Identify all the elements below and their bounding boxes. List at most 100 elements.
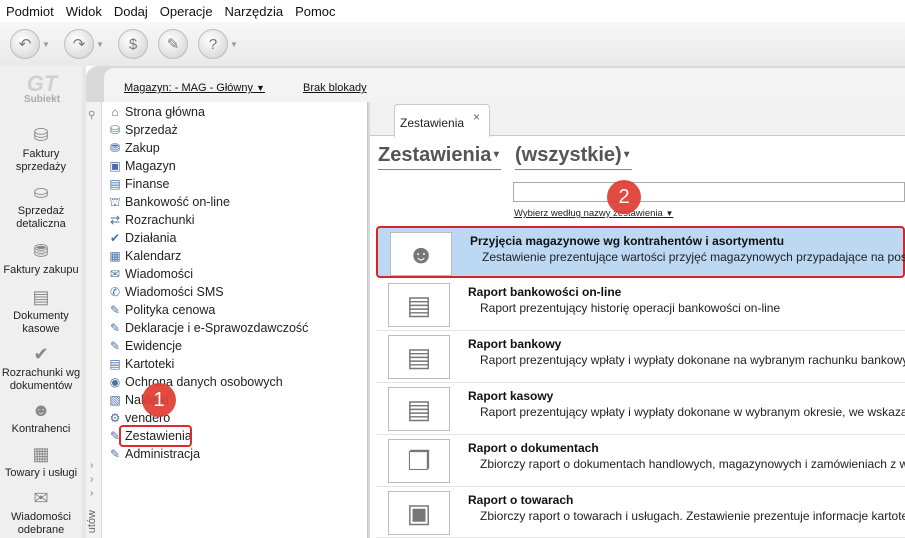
report-row[interactable]: ▤ Raport bankowy Raport prezentujący wpł…	[376, 331, 905, 383]
app-logo: GT Subiekt	[14, 73, 70, 114]
module-strona-glowna[interactable]: ⌂ Strona główna	[108, 103, 205, 121]
module-polityka-cenowa[interactable]: ✎ Polityka cenowa	[108, 301, 215, 319]
chevron-right-icon[interactable]: ›	[90, 474, 93, 485]
gear-icon: ⚙	[109, 411, 121, 425]
settlements-icon: ⇄	[109, 213, 121, 227]
module-kartoteki[interactable]: ▤ Kartoteki	[108, 355, 174, 373]
report-title: Raport bankowy	[468, 337, 562, 351]
person-icon: ☻	[390, 232, 452, 276]
menu-widok[interactable]: Widok	[60, 4, 108, 19]
coins-icon: ⛁	[33, 125, 49, 145]
help-dropdown-icon[interactable]: ▼	[228, 40, 240, 49]
nav-label: Kontrahenci	[11, 423, 71, 435]
menu-narzedzia[interactable]: Narzędzia	[219, 4, 290, 19]
files-icon: ▤	[109, 357, 121, 371]
menu-dodaj[interactable]: Dodaj	[108, 4, 154, 19]
module-administracja[interactable]: ✎ Administracja	[108, 445, 200, 463]
person-icon: ☻	[31, 400, 51, 420]
report-title: Przyjęcia magazynowe wg kontrahentów i a…	[470, 234, 785, 248]
chevron-right-icon[interactable]: ›	[90, 488, 93, 499]
nav-sprzedaz-detaliczna[interactable]: ⛀ Sprzedaż detaliczna	[0, 181, 82, 231]
forward-button[interactable]: ↷	[64, 29, 94, 59]
menu-podmiot[interactable]: Podmiot	[0, 4, 60, 19]
mail-icon: ✉	[109, 267, 121, 281]
report-row[interactable]: ▣ Raport o towarach Zbiorczy raport o to…	[376, 487, 905, 538]
nav-dokumenty-kasowe[interactable]: ▤ Dokumenty kasowe	[0, 286, 82, 336]
module-dzialania[interactable]: ✔ Działania	[108, 229, 176, 247]
scope-dropdown[interactable]: (wszystkie)▼	[515, 142, 632, 170]
menu-pomoc[interactable]: Pomoc	[289, 4, 341, 19]
report-description: Zbiorczy raport o towarach i usługach. Z…	[480, 509, 905, 523]
nav-faktury-sprzedazy[interactable]: ⛁ Faktury sprzedaży	[0, 124, 82, 174]
blokada-link[interactable]: Brak blokady	[303, 82, 367, 94]
back-arrow-icon: ↶	[18, 36, 32, 53]
module-label: Działania	[125, 231, 177, 245]
module-label: Kalendarz	[125, 249, 182, 263]
chevron-down-icon: ▼	[621, 149, 632, 161]
module-kalendarz[interactable]: ▦ Kalendarz	[108, 247, 181, 265]
coins-button[interactable]: $	[118, 29, 148, 59]
module-wiadomosci[interactable]: ✉ Wiadomości	[108, 265, 193, 283]
module-wiadomosci-sms[interactable]: ✆ Wiadomości SMS	[108, 283, 224, 301]
menu-operacje[interactable]: Operacje	[154, 4, 219, 19]
report-description: Raport prezentujący wpłaty i wypłaty dok…	[480, 405, 905, 419]
scope-label: (wszystkie)	[515, 144, 622, 166]
tools-button[interactable]: ✎	[158, 29, 188, 59]
menu-bar: Podmiot Widok Dodaj Operacje Narzędzia P…	[0, 0, 905, 22]
tasks-icon: ✔	[109, 231, 121, 245]
nav-towary-i-uslugi[interactable]: ▦ Towary i usługi	[0, 443, 82, 480]
nav-label: Dokumenty kasowe	[13, 310, 69, 335]
warehouse-icon: ▣	[109, 159, 121, 173]
category-dropdown[interactable]: Zestawienia▼	[378, 142, 502, 170]
cash-register-icon: ⛀	[33, 182, 49, 202]
help-button[interactable]: ?	[198, 29, 228, 59]
records-icon: ✎	[109, 339, 121, 353]
report-row[interactable]: ▤ Raport bankowości on-line Raport preze…	[376, 279, 905, 331]
nav-label: Wiadomości odebrane	[11, 511, 71, 536]
magazyn-selector[interactable]: Magazyn: - MAG - Główny ▼	[124, 82, 265, 94]
close-icon[interactable]: ×	[473, 110, 480, 124]
module-label: Administracja	[125, 447, 201, 461]
modules-panel-handle[interactable]	[86, 102, 102, 538]
nav-faktury-zakupu[interactable]: ⛃ Faktury zakupu	[0, 240, 82, 277]
back-button[interactable]: ↶	[10, 29, 40, 59]
module-sprzedaz[interactable]: ⛁ Sprzedaż	[108, 121, 178, 139]
module-finanse[interactable]: ▤ Finanse	[108, 175, 169, 193]
module-label: Wiadomości	[125, 267, 194, 281]
report-row[interactable]: ❐ Raport o dokumentach Zbiorczy raport o…	[376, 435, 905, 487]
module-bankowosc[interactable]: ⛫ Bankowość on-line	[108, 193, 229, 211]
magazyn-label: Magazyn: - MAG - Główny	[124, 82, 253, 94]
module-ochrona-danych[interactable]: ◉ Ochrona danych osobowych	[108, 373, 283, 391]
pin-icon[interactable]: ⚲	[88, 110, 95, 121]
declaration-icon: ✎	[109, 321, 121, 335]
nav-kontrahenci[interactable]: ☻ Kontrahenci	[0, 399, 82, 436]
back-dropdown-icon[interactable]: ▼	[40, 40, 52, 49]
chevron-down-icon: ▼	[256, 83, 265, 93]
modules-vertical-label: utów	[86, 510, 98, 534]
nav-label: Faktury sprzedaży	[15, 148, 67, 173]
module-label: Kartoteki	[125, 357, 175, 371]
chevron-right-icon[interactable]: ›	[90, 460, 93, 471]
module-magazyn[interactable]: ▣ Magazyn	[108, 157, 175, 175]
module-ewidencje[interactable]: ✎ Ewidencje	[108, 337, 182, 355]
module-label: Strona główna	[125, 105, 205, 119]
nav-rozrachunki[interactable]: ✔ Rozrachunki wg dokumentów	[0, 343, 82, 393]
forward-dropdown-icon[interactable]: ▼	[94, 40, 106, 49]
tools-icon: ✎	[166, 36, 180, 53]
documents-icon: ❐	[388, 439, 450, 483]
report-row[interactable]: ▤ Raport kasowy Raport prezentujący wpła…	[376, 383, 905, 435]
module-deklaracje[interactable]: ✎ Deklaracje i e-Sprawozdawczość	[108, 319, 308, 337]
sort-label: Wybierz według nazwy zestawienia	[514, 208, 663, 219]
module-zakup[interactable]: ⛃ Zakup	[108, 139, 160, 157]
nav-label: Faktury zakupu	[3, 264, 79, 276]
report-row[interactable]: ☻ Przyjęcia magazynowe wg kontrahentów i…	[376, 226, 905, 278]
sort-selector[interactable]: Wybierz według nazwy zestawienia ▼	[514, 208, 673, 219]
shield-icon: ◉	[109, 375, 121, 389]
module-rozrachunki[interactable]: ⇄ Rozrachunki	[108, 211, 195, 229]
nav-wiadomosci-odebrane[interactable]: ✉ Wiadomości odebrane	[0, 487, 82, 537]
cash-documents-icon: ▤	[32, 287, 50, 307]
search-input[interactable]	[513, 182, 905, 202]
module-label: Wiadomości SMS	[125, 285, 224, 299]
chevron-down-icon: ▼	[665, 209, 674, 218]
admin-icon: ✎	[109, 447, 121, 461]
